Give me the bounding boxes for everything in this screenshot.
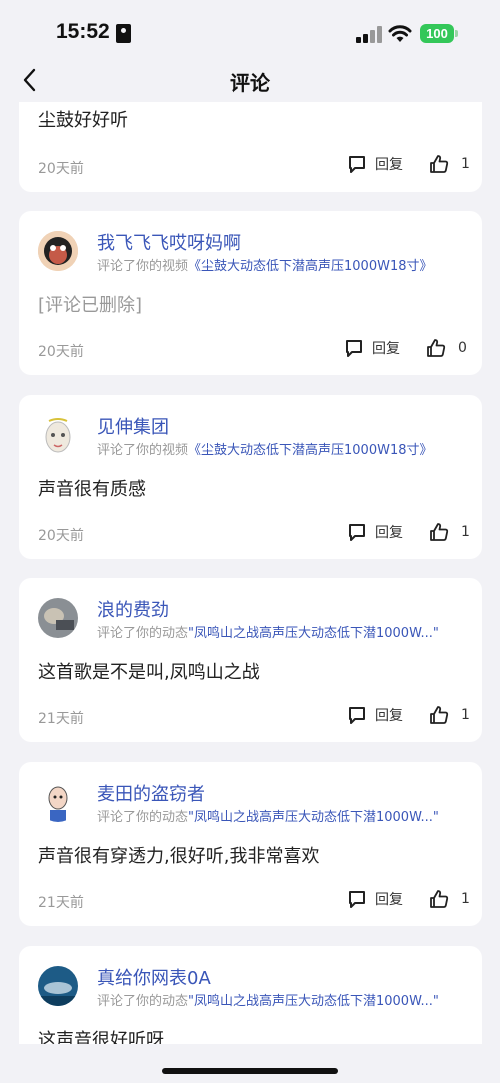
comment-list[interactable]: 尘鼓好好听 20天前 回复 1 我飞飞飞哎呀妈啊 评论了你的视频《尘鼓大动态低下…	[0, 102, 500, 1044]
lock-icon	[116, 24, 131, 43]
comment-bubble-icon	[349, 891, 365, 908]
home-indicator[interactable]	[162, 1068, 338, 1074]
source-link[interactable]: "凤鸣山之战高声压大动态低下潜1000W..."	[188, 994, 439, 1009]
battery-tip	[455, 30, 458, 37]
thumbs-up-icon	[427, 339, 446, 357]
reply-label: 回复	[372, 341, 400, 357]
comment-time: 20天前	[38, 344, 84, 360]
cellular-signal-icon	[356, 25, 382, 43]
comment-card[interactable]: 浪的费劲 评论了你的动态"凤鸣山之战高声压大动态低下潜1000W..." 这首歌…	[19, 578, 482, 742]
username[interactable]: 真给你网表0A	[97, 964, 211, 990]
comment-text: 尘鼓好好听	[38, 110, 128, 131]
comment-source: 评论了你的视频《尘鼓大动态低下潜高声压1000W18寸》	[97, 439, 433, 458]
source-link[interactable]: "凤鸣山之战高声压大动态低下潜1000W..."	[188, 810, 439, 825]
wifi-icon	[388, 25, 412, 42]
comment-time: 20天前	[38, 528, 84, 544]
comment-card[interactable]: 我飞飞飞哎呀妈啊 评论了你的视频《尘鼓大动态低下潜高声压1000W18寸》 [评…	[19, 211, 482, 375]
cartoon-face-avatar[interactable]	[38, 231, 78, 271]
photo-avatar[interactable]	[38, 598, 78, 638]
comment-text: 这首歌是不是叫,凤鸣山之战	[38, 662, 260, 683]
reply-label: 回复	[375, 157, 403, 173]
nav-bar: 评论	[0, 62, 500, 102]
caricature-avatar[interactable]	[38, 782, 78, 822]
reply-label: 回复	[375, 708, 403, 724]
action-text: 评论了你的动态	[97, 994, 189, 1009]
comment-source: 评论了你的动态"凤鸣山之战高声压大动态低下潜1000W..."	[97, 990, 439, 1009]
action-text: 评论了你的视频	[97, 443, 189, 458]
comment-bubble-icon	[349, 707, 365, 724]
comment-time: 21天前	[38, 711, 84, 727]
comment-time: 21天前	[38, 895, 84, 911]
comment-card[interactable]: 尘鼓好好听 20天前 回复 1	[19, 102, 482, 192]
like-button[interactable]: 1	[429, 154, 470, 174]
thumbs-up-icon	[430, 155, 449, 173]
username[interactable]: 见伸集团	[97, 413, 169, 439]
comment-bubble-icon	[349, 156, 365, 173]
action-text: 评论了你的动态	[97, 810, 189, 825]
like-count: 1	[461, 524, 470, 540]
comment-time: 20天前	[38, 161, 84, 177]
action-text: 评论了你的动态	[97, 626, 189, 641]
page-title: 评论	[230, 71, 270, 95]
username[interactable]: 我飞飞飞哎呀妈啊	[97, 229, 241, 255]
comment-card[interactable]: 真给你网表0A 评论了你的动态"凤鸣山之战高声压大动态低下潜1000W..." …	[19, 946, 482, 1044]
reply-label: 回复	[375, 525, 403, 541]
comment-source: 评论了你的视频《尘鼓大动态低下潜高声压1000W18寸》	[97, 255, 433, 274]
comment-card[interactable]: 麦田的盗窃者 评论了你的动态"凤鸣山之战高声压大动态低下潜1000W..." 声…	[19, 762, 482, 926]
comment-bubble-icon	[349, 524, 365, 541]
like-count: 0	[458, 340, 467, 356]
thumbs-up-icon	[430, 890, 449, 908]
comment-card[interactable]: 见伸集团 评论了你的视频《尘鼓大动态低下潜高声压1000W18寸》 声音很有质感…	[19, 395, 482, 559]
like-count: 1	[461, 891, 470, 907]
reply-button[interactable]: 回复	[347, 522, 403, 542]
comment-source: 评论了你的动态"凤鸣山之战高声压大动态低下潜1000W..."	[97, 622, 439, 641]
like-button[interactable]: 1	[429, 705, 470, 725]
thumbs-up-icon	[430, 706, 449, 724]
mask-face-avatar[interactable]	[38, 415, 78, 455]
comment-text: 这声音很好听呀	[38, 1030, 164, 1044]
source-link[interactable]: 《尘鼓大动态低下潜高声压1000W18寸》	[188, 259, 432, 274]
status-time: 15:52	[56, 20, 110, 43]
like-button[interactable]: 1	[429, 522, 470, 542]
action-text: 评论了你的视频	[97, 259, 189, 274]
reply-button[interactable]: 回复	[344, 338, 400, 358]
whale-avatar[interactable]	[38, 966, 78, 1006]
source-link[interactable]: "凤鸣山之战高声压大动态低下潜1000W..."	[188, 626, 439, 641]
like-button[interactable]: 0	[426, 338, 467, 358]
reply-button[interactable]: 回复	[347, 705, 403, 725]
comment-text: [评论已删除]	[38, 295, 143, 316]
status-bar: 15:52 100	[0, 0, 500, 62]
source-link[interactable]: 《尘鼓大动态低下潜高声压1000W18寸》	[188, 443, 432, 458]
like-count: 1	[461, 707, 470, 723]
reply-button[interactable]: 回复	[347, 154, 403, 174]
username[interactable]: 麦田的盗窃者	[97, 780, 205, 806]
like-button[interactable]: 1	[429, 889, 470, 909]
thumbs-up-icon	[430, 523, 449, 541]
reply-label: 回复	[375, 892, 403, 908]
like-count: 1	[461, 156, 470, 172]
reply-button[interactable]: 回复	[347, 889, 403, 909]
comment-text: 声音很有质感	[38, 479, 146, 500]
battery-indicator: 100	[420, 24, 454, 43]
comment-text: 声音很有穿透力,很好听,我非常喜欢	[38, 846, 320, 867]
comment-source: 评论了你的动态"凤鸣山之战高声压大动态低下潜1000W..."	[97, 806, 439, 825]
username[interactable]: 浪的费劲	[97, 596, 169, 622]
comment-bubble-icon	[346, 340, 362, 357]
